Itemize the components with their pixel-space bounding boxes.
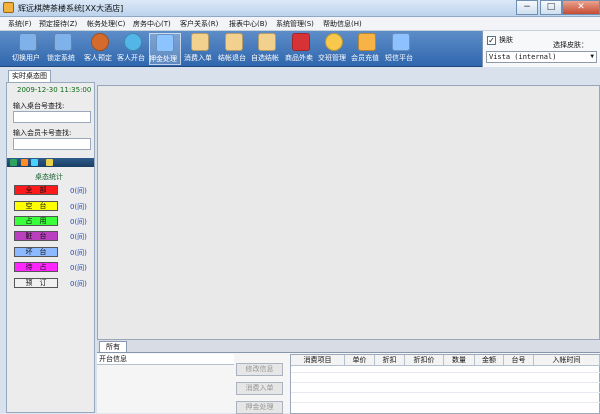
tab-all[interactable]: 所有 [99,341,127,352]
column-consumption-item[interactable]: 消费项目 [291,355,345,366]
status-occupied-count: 0(间) [70,218,87,226]
status-reserved-count: 0(间) [70,280,87,288]
column-discounted-price[interactable]: 折扣价 [405,355,444,366]
close-button[interactable]: ✕ [562,0,600,15]
status-broken-button[interactable]: 坏 台 [14,247,58,257]
skin-select[interactable]: Vista (internal) ▼ [486,51,597,63]
shift-management-button[interactable]: 交班管理 [318,33,350,65]
deposit-secondary-button[interactable]: 押金处理 [236,401,283,414]
status-reserved-button[interactable]: 预 订 [14,278,58,288]
consumption-entry-secondary-button[interactable]: 消费入单 [236,382,283,395]
menu-system-management[interactable]: 系统管理(S) [276,19,314,29]
column-discount[interactable]: 折扣 [375,355,405,366]
member-search-label: 输入会员卡号查找: [13,129,72,137]
chevron-down-icon: ▼ [590,53,594,60]
detail-pane: 开台信息 修改信息 消费入单 押金处理 消费项目 单价 折扣 折扣价 数量 金额… [97,352,600,414]
status-all-count: 0(间) [70,187,87,195]
bottom-tab-strip: 所有 [97,340,600,352]
status-all-button[interactable]: 全 部 [14,185,58,195]
consumption-entry-button[interactable]: 消费入单 [184,33,216,65]
menu-reports[interactable]: 报表中心(B) [229,19,267,29]
person-exchange-icon [325,33,343,51]
checkout-button[interactable]: 结帐退台 [218,33,250,65]
skin-enable-checkbox[interactable]: ✓ [487,36,496,45]
status-waiting-count: 0(间) [70,264,87,272]
monitor-icon [19,33,37,51]
status-occupied-button[interactable]: 占 用 [14,216,58,226]
menu-room-center[interactable]: 房务中心(T) [133,19,171,29]
member-recharge-button[interactable]: 会员充值 [351,33,383,65]
menu-reservation[interactable]: 预定接待(Z) [39,19,77,29]
clipboard-check-icon [225,33,243,51]
status-dirty-count: 0(间) [70,233,87,241]
menu-help[interactable]: 帮助信息(H) [323,19,362,29]
column-unit-price[interactable]: 单价 [345,355,375,366]
clipboard-icon [191,33,209,51]
consumption-grid[interactable]: 消费项目 单价 折扣 折扣价 数量 金额 台号 入帐时间 [290,354,600,414]
takeout-button[interactable]: 商品外卖 [285,33,317,65]
self-checkout-button[interactable]: 自选结帐 [251,33,283,65]
phone-icon [392,33,410,51]
column-amount[interactable]: 金额 [475,355,504,366]
card-icon [358,33,376,51]
person-add-icon [124,33,142,51]
monitor-lock-icon [54,33,72,51]
status-toolbar [7,158,94,167]
opening-info-header: 开台信息 [97,354,234,365]
table-search-label: 输入桌台号查找: [13,102,65,110]
member-search-input[interactable] [13,138,91,150]
open-table-button[interactable]: 客人开台 [117,33,149,65]
menu-bar: 系统(F) 预定接待(Z) 帐务处理(C) 房务中心(T) 客户关系(R) 报表… [0,17,600,31]
table-status-map-area[interactable] [97,85,600,340]
column-table-number[interactable]: 台号 [504,355,534,366]
table-status-statistics-title: 桌态统计 [35,173,63,181]
maximize-button[interactable]: □ [540,0,562,15]
switch-user-button[interactable]: 切换用户 [12,33,44,65]
left-status-panel: 2009-12-30 11:35:00 输入桌台号查找: 输入会员卡号查找: 桌… [6,82,95,413]
column-entry-time[interactable]: 入帐时间 [534,355,600,366]
grid-row-line [291,402,600,403]
menu-customer[interactable]: 客户关系(R) [180,19,218,29]
user-icon[interactable] [31,159,38,166]
grid-row-line [291,372,600,373]
lock-system-button[interactable]: 锁定系统 [47,33,79,65]
gear-icon [91,33,109,51]
window-titlebar: 辉远棋牌茶楼系统[XX大酒店] − □ ✕ [0,0,600,17]
current-datetime: 2009-12-30 11:35:00 [17,86,92,94]
status-empty-button[interactable]: 空 台 [14,201,58,211]
status-waiting-button[interactable]: 待 占 [14,262,58,272]
tab-table-status-map[interactable]: 实时桌态图 [8,70,51,82]
column-quantity[interactable]: 数量 [444,355,475,366]
application-icon [3,2,14,13]
status-dirty-button[interactable]: 脏 台 [14,231,58,241]
settings-icon[interactable] [46,159,53,166]
modify-info-button[interactable]: 修改信息 [236,363,283,376]
refresh-icon[interactable] [10,159,17,166]
table-search-input[interactable] [13,111,91,123]
window-title: 辉远棋牌茶楼系统[XX大酒店] [18,4,124,13]
skin-selector-panel: ✓ 换肤 选择皮肤： Vista (internal) ▼ [482,31,600,67]
table-icon[interactable] [21,159,28,166]
deposit-button[interactable]: 押金处理 [149,33,181,65]
person-money-icon [156,34,174,52]
grid-row-line [291,382,600,383]
minimize-button[interactable]: − [516,0,538,15]
skin-checkbox-label: 换肤 [499,36,513,44]
clipboard-list-icon [258,33,276,51]
skin-selection-label: 选择皮肤： [553,41,588,49]
bag-icon [292,33,310,51]
sms-platform-button[interactable]: 短信平台 [385,33,417,65]
menu-system[interactable]: 系统(F) [8,19,32,29]
status-empty-count: 0(间) [70,203,87,211]
grid-row-line [291,392,600,393]
menu-accounting[interactable]: 帐务处理(C) [87,19,125,29]
status-broken-count: 0(间) [70,249,87,257]
reservation-button[interactable]: 客人预定 [84,33,116,65]
